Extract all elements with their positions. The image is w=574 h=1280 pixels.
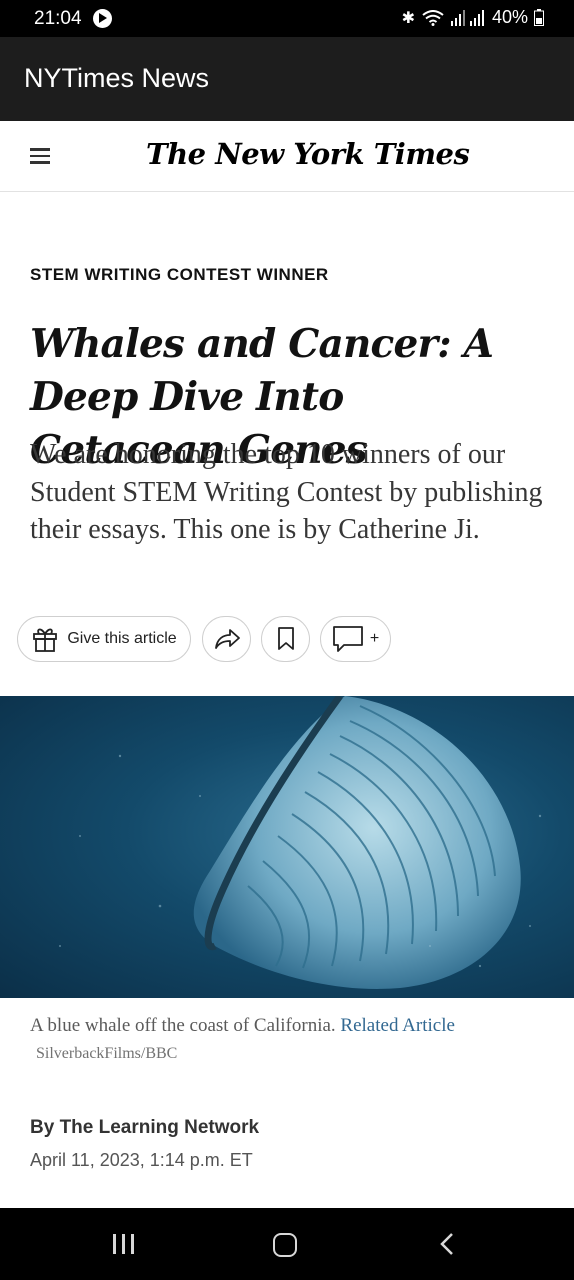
comment-icon [332,626,363,652]
app-bar: NYTimes News [0,37,574,121]
blue-whale-illustration [59,696,542,989]
status-time: 21:04 [34,8,82,29]
image-caption: A blue whale off the coast of California… [30,1012,550,1067]
bookmark-icon [277,627,294,650]
signal-icon [450,9,484,26]
navigation-status-icon [93,9,112,28]
app-title: NYTimes News [24,63,210,93]
back-icon[interactable] [440,1233,454,1255]
bluetooth-icon: ✱ [401,9,416,27]
share-icon [214,629,240,649]
share-button[interactable] [202,616,251,662]
gift-icon [33,628,58,652]
comments-button[interactable]: + [320,616,391,662]
related-article-link[interactable]: Related Article [340,1015,454,1036]
battery-icon [534,9,544,26]
article-date: April 11, 2023, 1:14 p.m. ET [30,1150,253,1170]
recents-icon[interactable] [113,1234,135,1254]
wifi-icon [422,9,444,26]
article-byline[interactable]: By The Learning Network [30,1117,259,1139]
home-icon[interactable] [273,1233,297,1257]
article-kicker[interactable]: STEM WRITING CONTEST WINNER [30,265,329,285]
nyt-logo[interactable]: The New York Times [146,137,470,171]
save-button[interactable] [261,616,310,662]
system-nav-bar [0,1208,574,1280]
caption-text: A blue whale off the coast of California… [30,1015,336,1036]
whale-hero-image[interactable] [0,696,574,998]
gift-article-button[interactable]: Give this article [17,616,191,662]
status-icons: ✱ 40% [402,7,544,28]
site-header: The New York Times [0,121,574,192]
status-bar: 21:04 ✱ 40% [0,0,574,37]
menu-icon[interactable] [30,148,50,164]
comment-plus: + [369,630,380,647]
image-credit: SilverbackFilms/BBC [36,1045,178,1062]
gift-article-label: Give this article [67,630,177,647]
battery-percent: 40% [491,7,528,27]
article-summary: We are honoring the top 10 winners of ou… [30,439,543,545]
